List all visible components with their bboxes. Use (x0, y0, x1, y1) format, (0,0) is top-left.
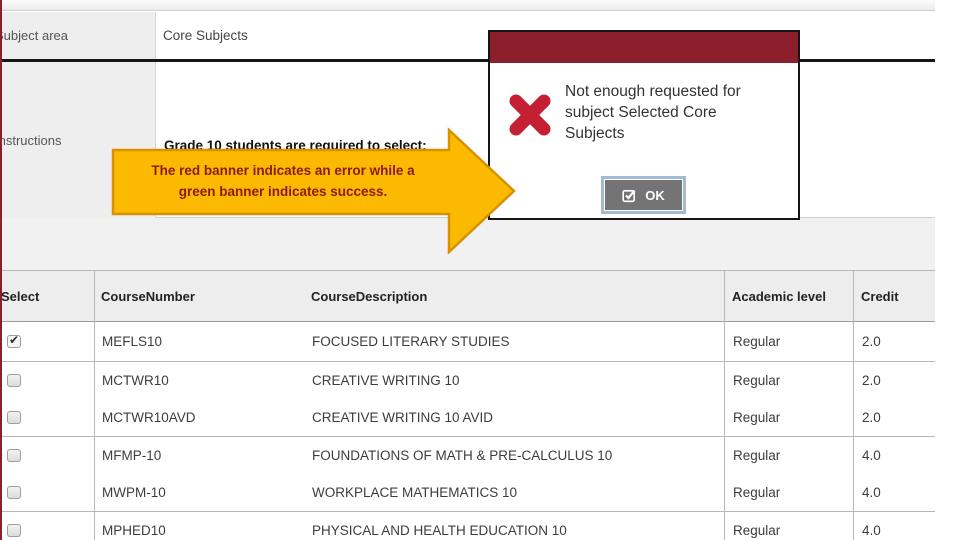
header-academic-level: Academic level (732, 288, 826, 304)
table-row: MEFLS10 FOCUSED LITERARY STUDIES Regular… (0, 322, 935, 362)
course-selection-table: Select CourseNumber CourseDescription Ac… (0, 270, 935, 540)
academic-level-cell: Regular (733, 448, 781, 464)
error-message-line: Subjects (565, 125, 625, 142)
ok-button[interactable]: OK (601, 176, 686, 214)
course-number-cell: MWPM-10 (102, 485, 166, 501)
header-credit: Credit (861, 288, 899, 304)
error-banner (490, 32, 798, 63)
course-number-cell: MPHED10 (102, 523, 166, 539)
table-body: MEFLS10 FOCUSED LITERARY STUDIES Regular… (0, 322, 935, 540)
select-checkbox[interactable] (7, 373, 21, 387)
credit-cell: 4.0 (862, 485, 881, 501)
course-description-cell: CREATIVE WRITING 10 AVID (312, 410, 494, 426)
checkbox-edit-icon (622, 189, 636, 202)
error-dialog: Not enough requested for subject Selecte… (488, 30, 800, 220)
course-number-cell: MCTWR10AVD (102, 410, 196, 426)
course-description-cell: FOUNDATIONS OF MATH & PRE-CALCULUS 10 (312, 448, 613, 464)
ok-button-label: OK (645, 187, 665, 203)
academic-level-cell: Regular (733, 485, 781, 501)
subject-area-label: Subject area (0, 28, 68, 43)
course-description-cell: PHYSICAL AND HEALTH EDUCATION 10 (312, 523, 567, 539)
academic-level-cell: Regular (733, 373, 781, 389)
annotation-text-line: green banner indicates success. (178, 184, 388, 199)
table-header-row: Select CourseNumber CourseDescription Ac… (0, 271, 935, 322)
error-message-line: Not enough requested for (565, 83, 741, 100)
annotation-text-line: The red banner indicates an error while … (151, 163, 415, 178)
academic-level-cell: Regular (733, 334, 781, 349)
course-description-cell: FOCUSED LITERARY STUDIES (312, 334, 510, 349)
table-row: MCTWR10AVD CREATIVE WRITING 10 AVID Regu… (0, 399, 935, 437)
column-divider (724, 271, 725, 540)
table-row: MFMP-10 FOUNDATIONS OF MATH & PRE-CALCUL… (0, 437, 935, 475)
course-number-cell: MCTWR10 (102, 373, 169, 389)
tutorial-slide: Subject area Core Subjects Instructions … (0, 0, 960, 540)
select-checkbox[interactable] (7, 410, 21, 424)
credit-cell: 2.0 (862, 334, 881, 349)
credit-cell: 2.0 (862, 410, 881, 426)
header-course-number: CourseNumber (101, 288, 195, 304)
course-number-cell: MFMP-10 (102, 448, 162, 464)
table-row: MPHED10 PHYSICAL AND HEALTH EDUCATION 10… (0, 512, 935, 540)
annotation-text: The red banner indicates an error while … (118, 160, 448, 202)
subject-area-value: Core Subjects (163, 28, 248, 43)
table-row: MCTWR10 CREATIVE WRITING 10 Regular 2.0 (0, 362, 935, 400)
academic-level-cell: Regular (733, 410, 781, 426)
error-message-line: subject Selected Core (565, 104, 717, 121)
academic-level-cell: Regular (733, 523, 781, 539)
subject-area-label-cell: Subject area (0, 12, 156, 59)
select-checkbox[interactable] (7, 523, 21, 537)
header-course-description: CourseDescription (311, 288, 428, 304)
credit-cell: 4.0 (862, 523, 881, 539)
select-checkbox[interactable] (7, 333, 21, 348)
select-checkbox[interactable] (7, 448, 21, 462)
column-divider (94, 271, 95, 540)
app-screenshot: Subject area Core Subjects Instructions … (0, 0, 935, 540)
credit-cell: 4.0 (862, 448, 881, 464)
instructions-label: Instructions (0, 132, 62, 148)
slide-red-edge (0, 0, 2, 540)
select-checkbox[interactable] (7, 485, 21, 499)
error-message: Not enough requested for subject Selecte… (565, 81, 741, 144)
course-number-cell: MEFLS10 (102, 334, 163, 349)
header-select: Select (1, 288, 40, 304)
course-description-cell: CREATIVE WRITING 10 (312, 373, 460, 389)
column-divider (853, 271, 854, 540)
credit-cell: 2.0 (862, 373, 881, 389)
course-description-cell: WORKPLACE MATHEMATICS 10 (312, 485, 518, 501)
top-gradient-strip (0, 0, 935, 11)
table-row: MWPM-10 WORKPLACE MATHEMATICS 10 Regular… (0, 474, 935, 512)
